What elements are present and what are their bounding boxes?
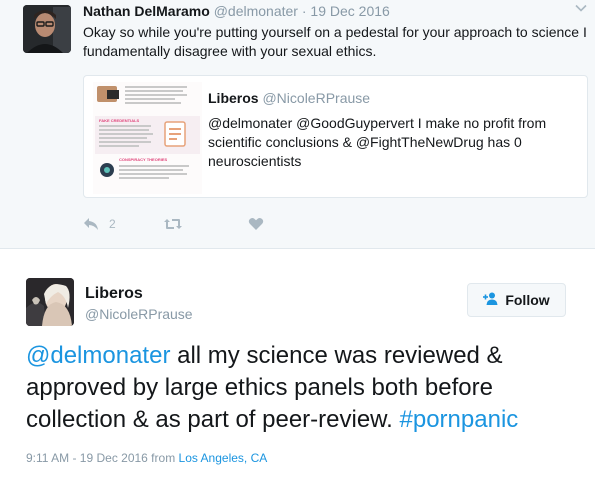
tweet-timestamp[interactable]: 9:11 AM - 19 Dec 2016 from (26, 451, 179, 465)
follow-button[interactable]: Follow (467, 283, 566, 317)
main-author-name[interactable]: Liberos (85, 285, 143, 303)
reply-button[interactable]: 2 (83, 217, 163, 231)
retweet-icon (163, 217, 183, 231)
more-options-icon[interactable] (575, 1, 587, 17)
quoted-tweet-header: Liberos @NicoleRPrause (208, 90, 370, 106)
tweet-text: Okay so while you're putting yourself on… (83, 24, 587, 59)
follow-label: Follow (505, 292, 550, 308)
follow-user-icon (483, 292, 499, 308)
author-name[interactable]: Nathan DelMaramo (83, 3, 210, 19)
main-tweet: Liberos @NicoleRPrause Follow @delmonate… (0, 248, 595, 477)
retweet-button[interactable] (163, 217, 248, 231)
quoted-tweet[interactable]: FAKE CREDENTIALS CONSPIRACY THEORIES Lib… (83, 75, 588, 198)
main-author-handle[interactable]: @NicoleRPrause (85, 306, 193, 322)
reply-count: 2 (109, 217, 116, 231)
reply-header: Nathan DelMaramo @delmonater · 19 Dec 20… (83, 3, 390, 19)
thumbnail-heading-2: CONSPIRACY THEORIES (119, 157, 167, 162)
reply-icon (83, 217, 99, 231)
tweet-date[interactable]: 19 Dec 2016 (310, 3, 389, 19)
heart-icon (248, 217, 264, 231)
quoted-author-handle[interactable]: @NicoleRPrause (262, 90, 370, 106)
author-handle[interactable]: @delmonater (214, 3, 298, 19)
hashtag-link[interactable]: #pornpanic (400, 406, 519, 433)
tweet-metadata: 9:11 AM - 19 Dec 2016 from Los Angeles, … (26, 451, 267, 465)
like-button[interactable] (248, 217, 264, 231)
main-tweet-text: @delmonater all my science was reviewed … (26, 340, 586, 436)
separator-dot: · (301, 3, 307, 19)
quoted-author-name[interactable]: Liberos (208, 90, 259, 106)
avatar-liberos[interactable] (26, 278, 74, 326)
thumbnail-heading-1: FAKE CREDENTIALS (99, 118, 140, 123)
avatar-nathan[interactable] (23, 5, 71, 53)
mention-link[interactable]: @delmonater (26, 342, 170, 369)
quoted-tweet-text: @delmonater @GoodGuypervert I make no pr… (208, 115, 547, 169)
quoted-tweet-thumbnail: FAKE CREDENTIALS CONSPIRACY THEORIES (93, 82, 202, 194)
reply-tweet: Nathan DelMaramo @delmonater · 19 Dec 20… (0, 0, 595, 248)
tweet-actions: 2 (83, 214, 264, 234)
location-link[interactable]: Los Angeles, CA (179, 451, 268, 465)
